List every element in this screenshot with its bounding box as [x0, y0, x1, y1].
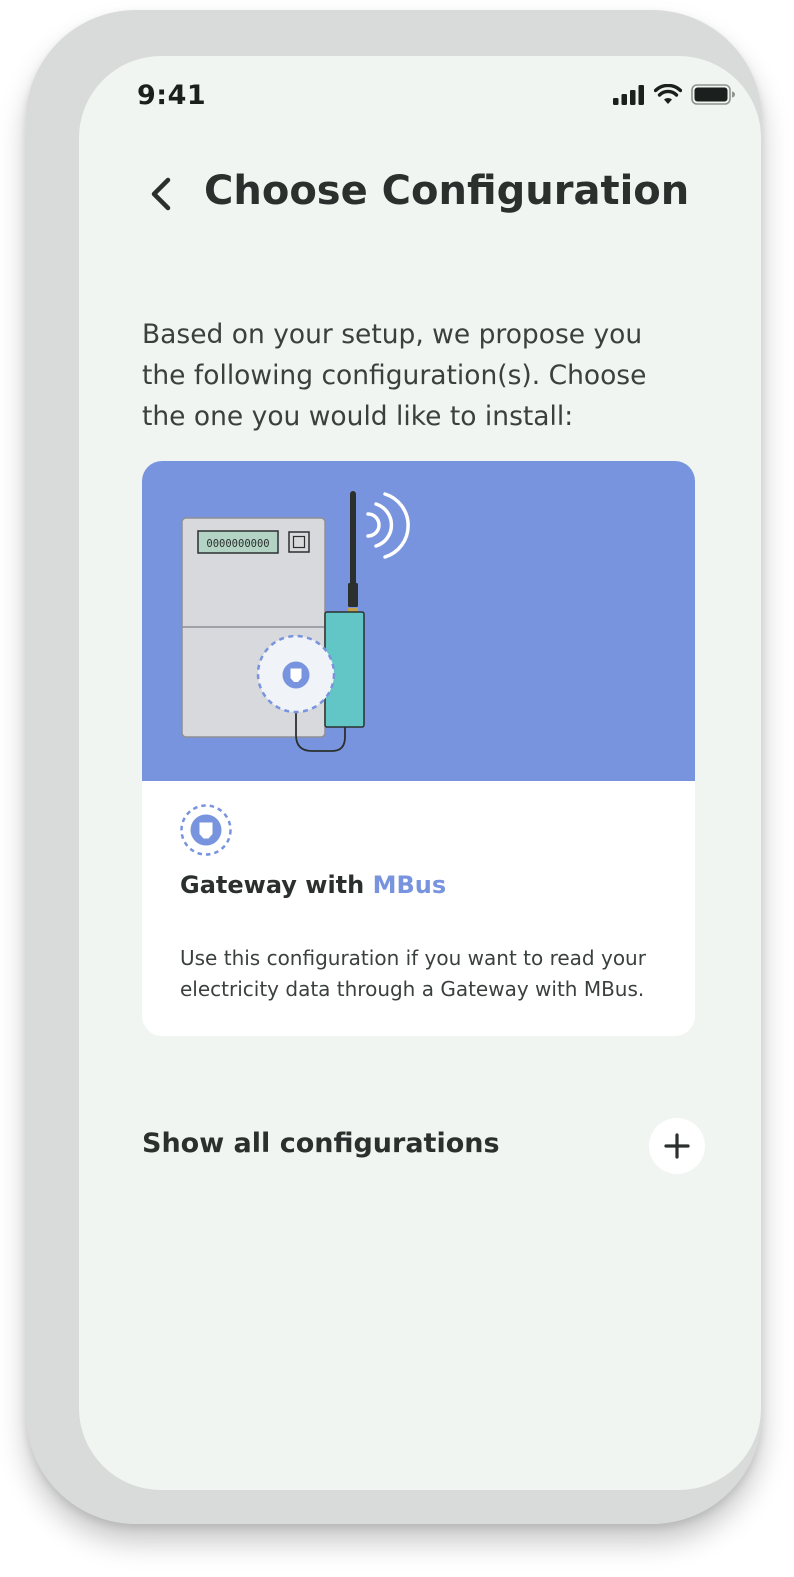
meter-display-digits: 0000000000	[206, 538, 269, 550]
wifi-icon	[654, 84, 682, 104]
plus-icon	[664, 1133, 690, 1159]
battery-icon	[691, 84, 735, 105]
show-all-configurations-button[interactable]	[649, 1118, 705, 1174]
show-all-configurations-label[interactable]: Show all configurations	[142, 1128, 500, 1159]
intro-text: Based on your setup, we propose you the …	[142, 319, 647, 432]
configuration-card-gateway-mbus[interactable]: 0000000000 Gateway with MBus Use this co…	[142, 461, 695, 1036]
mbus-port-icon	[180, 804, 232, 856]
cellular-signal-icon	[613, 84, 644, 105]
app-screen: 9:41 Choose Configuration Based on your …	[79, 56, 761, 1490]
configuration-title: Gateway with MBus	[180, 871, 446, 899]
meter-gateway-illustration: 0000000000	[181, 491, 410, 752]
configuration-illustration: 0000000000	[142, 461, 695, 781]
status-icons	[613, 84, 735, 105]
configuration-title-accent: MBus	[372, 871, 447, 899]
back-button[interactable]	[141, 174, 181, 214]
phone-frame: 9:41 Choose Configuration Based on your …	[26, 10, 762, 1524]
status-time: 9:41	[137, 80, 207, 111]
configuration-title-prefix: Gateway with	[180, 871, 365, 899]
chevron-left-icon	[151, 177, 171, 211]
configuration-description: Use this configuration if you want to re…	[180, 946, 646, 1001]
page-title: Choose Configuration	[204, 168, 690, 214]
